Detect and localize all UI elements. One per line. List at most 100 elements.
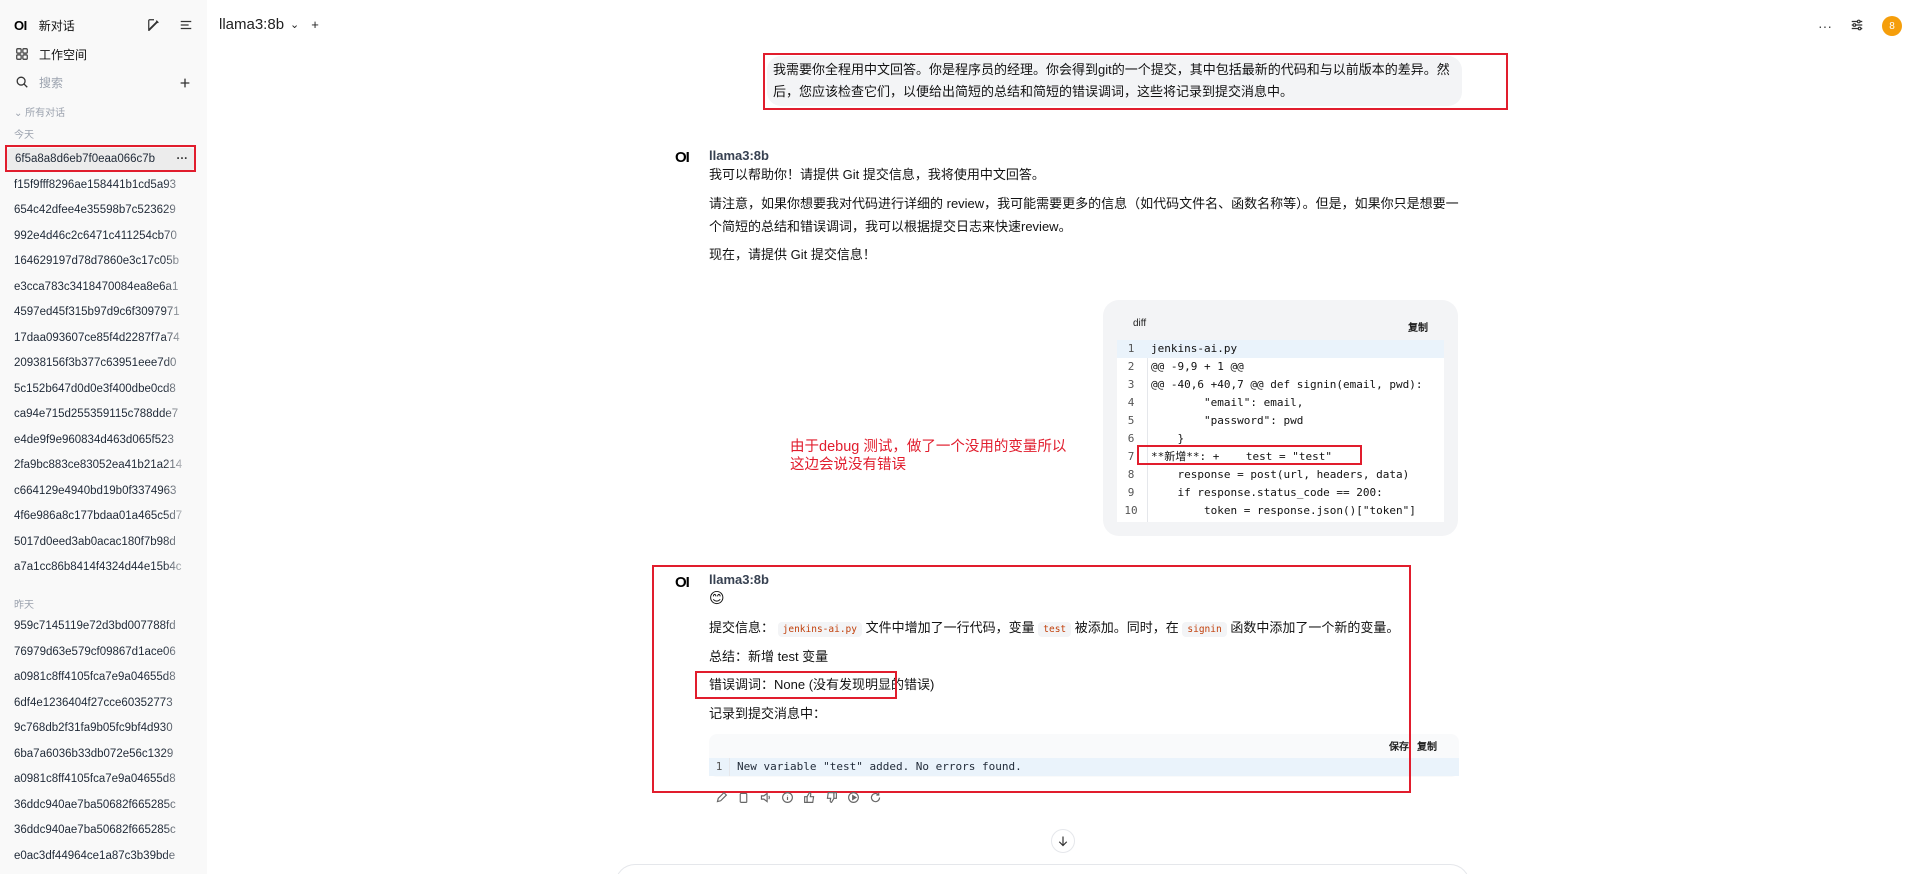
list-item[interactable]: 36ddc940ae7ba50682f665285c <box>14 819 190 841</box>
play-icon[interactable] <box>846 790 860 804</box>
app-logo: OI <box>14 17 27 33</box>
assistant-avatar: OI <box>675 149 690 166</box>
message-input-box[interactable] <box>615 864 1470 874</box>
record-text: 记录到提交消息中： <box>709 706 827 721</box>
assistant-name: llama3:8b <box>709 148 769 163</box>
list-item[interactable]: e4de9f9e960834d463d065f523 <box>14 429 190 451</box>
scroll-down-button[interactable] <box>1051 829 1075 853</box>
search-row[interactable]: 搜索 <box>14 71 197 93</box>
list-item[interactable]: 36ddc940ae7ba50682f665285c <box>14 794 190 816</box>
regenerate-icon[interactable] <box>868 790 882 804</box>
user-message-line: 后，您应该检查它们，以便给出简短的总结和简短的错误调词，这些将记录到提交消息中。 <box>773 84 1294 99</box>
app-window: OI 新对话 工作空间 搜索 ⌄ 所有对话 今天 6f5a8a8d6eb7f0e… <box>0 0 1920 874</box>
more-icon[interactable]: ··· <box>177 148 189 170</box>
plus-icon[interactable] <box>177 75 193 91</box>
message-actions <box>714 790 882 804</box>
line-content: "password": pwd <box>1151 414 1304 427</box>
line-number: 6 <box>1127 432 1135 445</box>
commit-text: 被添加。同时，在 <box>1074 620 1183 635</box>
code-line: 5 "password": pwd <box>1117 412 1444 430</box>
list-item[interactable]: a7a1cc86b8414f4324d44e15b4c <box>14 556 190 578</box>
line-number: 2 <box>1127 360 1135 373</box>
summary-text: 总结：新增 test 变量 <box>709 649 829 664</box>
line-number: 3 <box>1127 378 1135 391</box>
list-item[interactable]: 992e4d46c2c6471c411254cb70 <box>14 225 190 247</box>
code-line: 2 @@ -9,9 + 1 @@ <box>1117 358 1444 376</box>
inline-code: jenkins-ai.py <box>777 622 862 637</box>
line-number: 4 <box>1127 396 1135 409</box>
workspace-item[interactable]: 工作空间 <box>14 43 197 65</box>
line-content: if response.status_code == 200: <box>1151 486 1383 499</box>
line-number: 5 <box>1127 414 1135 427</box>
list-item[interactable]: 5c152b647d0d0e3f400dbe0cd8 <box>14 378 190 400</box>
list-item[interactable]: 5017d0eed3ab0acac180f7b98d <box>14 531 190 553</box>
commit-info: 提交信息： jenkins-ai.py 文件中增加了一行代码，变量 test 被… <box>709 616 1399 642</box>
copy-icon[interactable] <box>736 790 750 804</box>
line-number: 7 <box>1127 450 1135 463</box>
workspace-label: 工作空间 <box>39 47 88 62</box>
list-item[interactable]: e0ac3df44964ce1a87c3b39bde <box>14 845 190 867</box>
line-number: 1 <box>1127 342 1135 355</box>
list-item[interactable]: 17daa093607ce85f4d2287f7a74 <box>14 327 190 349</box>
assistant-text: 请注意，如果你想要我对代码进行详细的 review，我可能需要更多的信息（如代码… <box>709 196 1459 211</box>
assistant-avatar: OI <box>675 574 690 591</box>
new-chat-label[interactable]: 新对话 <box>39 17 75 34</box>
chat-title: 6f5a8a8d6eb7f0eaa066c7b <box>15 153 156 165</box>
line-number: 1 <box>715 760 723 773</box>
code-line: 8 response = post(url, headers, data) <box>1117 466 1444 484</box>
grid-icon <box>14 46 30 62</box>
copy-button[interactable]: 复制 <box>1417 738 1437 753</box>
list-item[interactable]: 6f5a8a8d6eb7f0eaa066c7b ··· <box>6 148 196 170</box>
copy-button[interactable]: 复制 <box>1408 319 1428 334</box>
user-message-line: 我需要你全程用中文回答。你是程序员的经理。你会得到git的一个提交，其中包括最新… <box>773 62 1450 77</box>
edit-icon[interactable] <box>714 790 728 804</box>
line-content: "email": email, <box>1151 396 1304 409</box>
line-content: New variable "test" added. No errors fou… <box>737 760 1022 773</box>
all-chats-toggle[interactable]: ⌄ 所有对话 <box>14 104 65 119</box>
list-item[interactable]: 654c42dfee4e35598b7c523629 <box>14 199 190 221</box>
inline-code: signin <box>1182 622 1227 637</box>
line-number: 10 <box>1124 504 1138 517</box>
line-content: @@ -40,6 +40,7 @@ def signin(email, pwd)… <box>1151 378 1423 391</box>
list-item[interactable]: 164629197d78d7860e3c17c05b <box>14 250 190 272</box>
list-item[interactable]: 4f6e986a8c177bdaa01a465c5d7 <box>14 505 190 527</box>
list-item[interactable]: 76979d63e579cf09867d1ace06 <box>14 641 190 663</box>
list-item[interactable]: e3cca783c3418470084ea8e6a1 <box>14 276 190 298</box>
gutter-divider <box>729 758 730 776</box>
list-item[interactable]: 6ba7a6036b33db072e56c1329 <box>14 743 190 765</box>
assistant-text: 现在，请提供 Git 提交信息！ <box>709 247 876 262</box>
list-item[interactable]: 4597ed45f315b97d9c6f3097971 <box>14 301 190 323</box>
speaker-icon[interactable] <box>758 790 772 804</box>
line-content: response = post(url, headers, data) <box>1151 468 1410 481</box>
list-item[interactable]: 2fa9bc883ce83052ea41b21a214 <box>14 454 190 476</box>
thumbs-down-icon[interactable] <box>824 790 838 804</box>
list-item[interactable]: 959c7145119e72d3bd007788fd <box>14 615 190 637</box>
info-icon[interactable] <box>780 790 794 804</box>
search-input[interactable]: 搜索 <box>39 74 63 91</box>
list-item[interactable]: 9c768db2f31fa9b05fc9bf4d930 <box>14 717 190 739</box>
menu-icon[interactable] <box>178 17 194 33</box>
code-line: 3 @@ -40,6 +40,7 @@ def signin(email, pwd… <box>1117 376 1444 394</box>
list-item[interactable]: f15f9fff8296ae158441b1cd5a93 <box>14 174 190 196</box>
list-item[interactable]: 6df4e1236404f27cce60352773 <box>14 692 190 714</box>
list-item[interactable]: c664129e4940bd19b0f3374963 <box>14 480 190 502</box>
list-item[interactable]: a0981c8ff4105fca7e9a04655d8 <box>14 768 190 790</box>
code-block: 保存 复制 1 New variable "test" added. No er… <box>709 734 1459 777</box>
search-icon <box>14 74 30 90</box>
save-button[interactable]: 保存 <box>1389 738 1409 753</box>
emoji: 😊 <box>709 590 725 607</box>
new-chat-row[interactable]: OI 新对话 <box>14 14 197 36</box>
thumbs-up-icon[interactable] <box>802 790 816 804</box>
list-item[interactable]: a0981c8ff4105fca7e9a04655d8 <box>14 666 190 688</box>
edit-icon[interactable] <box>146 17 162 33</box>
list-item[interactable]: ca94e715d255359115c788dde7 <box>14 403 190 425</box>
annotation-line: 这边会说没有错误 <box>790 457 906 473</box>
group-yesterday: 昨天 <box>14 600 34 611</box>
line-number: 8 <box>1127 468 1135 481</box>
code-language: diff <box>1133 318 1147 329</box>
line-content: token = response.json()["token"] <box>1151 504 1416 517</box>
list-item[interactable]: 20938156f3b377c63951eee7d0 <box>14 352 190 374</box>
chevron-down-icon: ⌄ <box>14 108 26 119</box>
group-today: 今天 <box>14 130 34 141</box>
annotation-line: 由于debug 测试，做了一个没用的变量所以 <box>790 439 1067 455</box>
